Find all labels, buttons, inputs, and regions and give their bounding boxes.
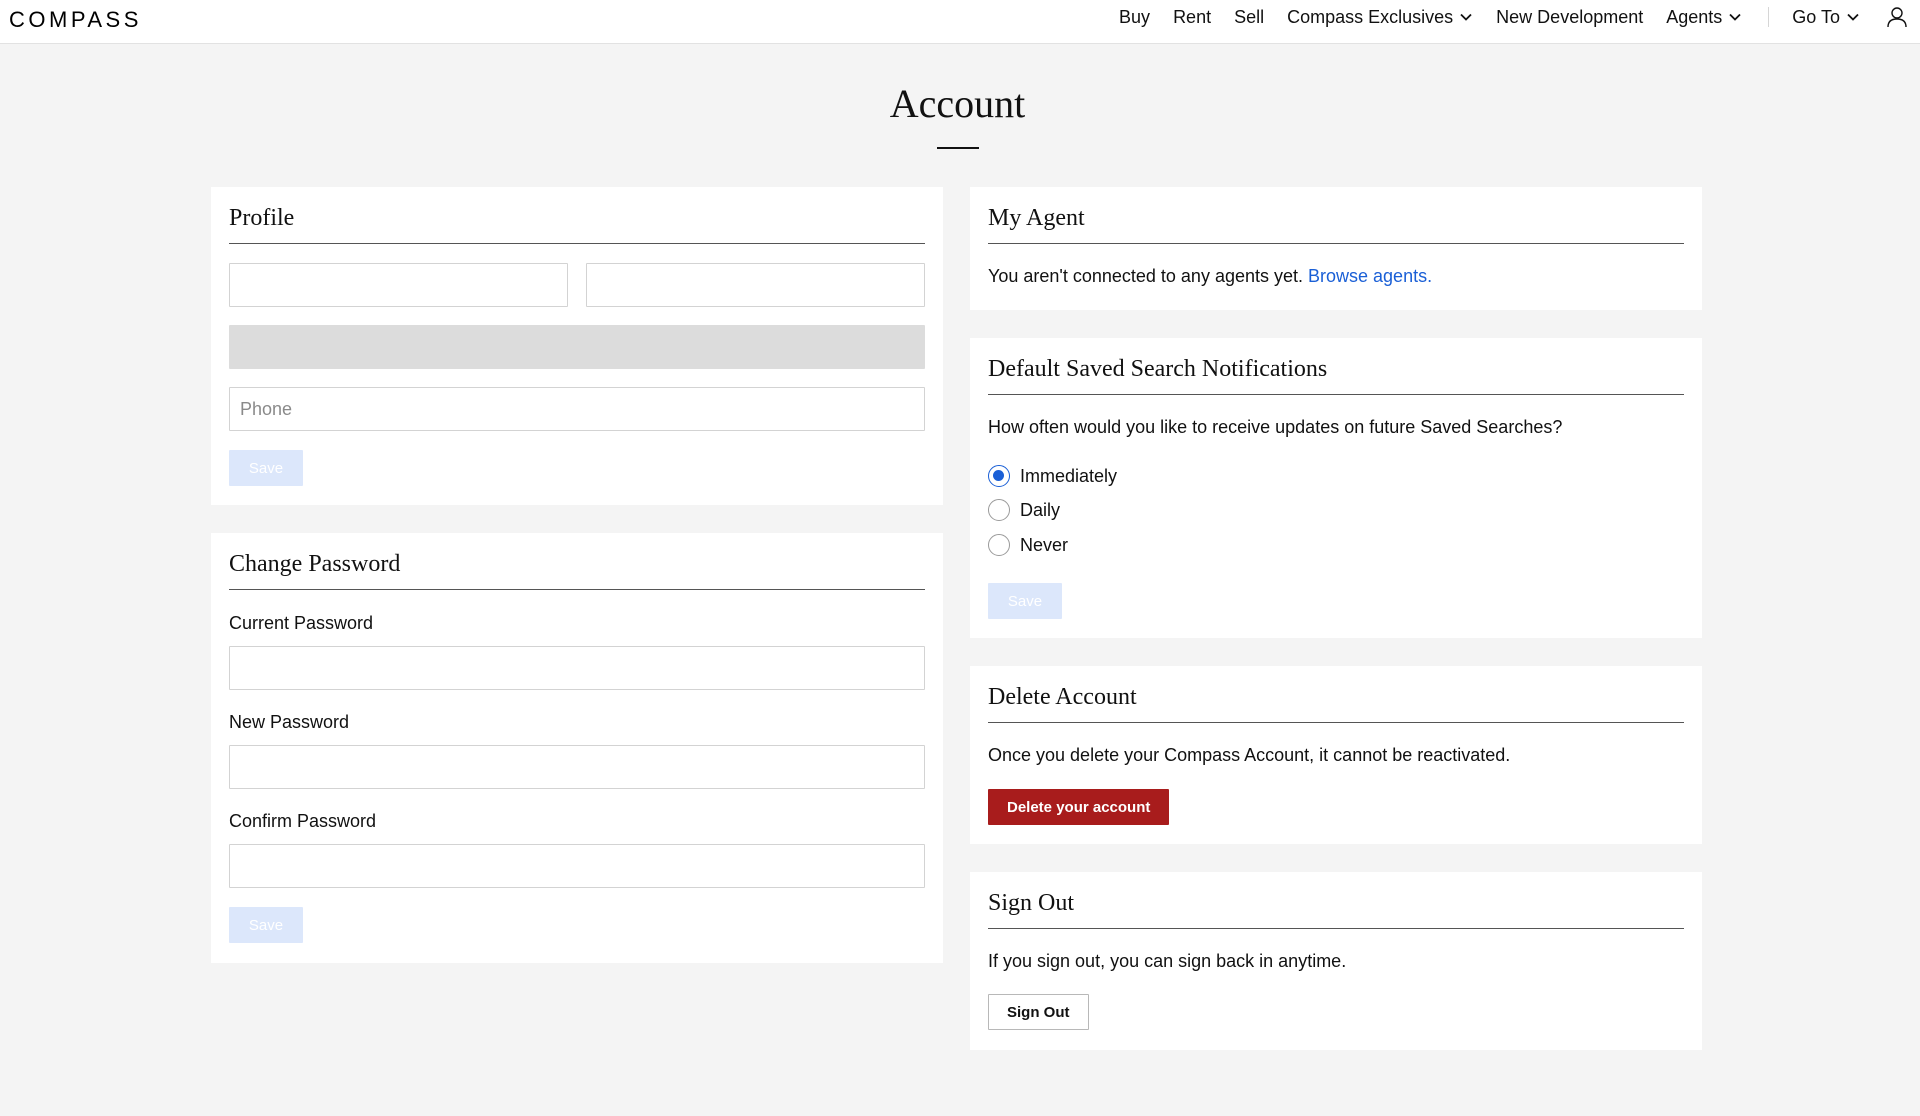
new-password-input[interactable] (229, 745, 925, 789)
section-divider (988, 928, 1684, 929)
phone-input[interactable] (229, 387, 925, 431)
my-agent-message: You aren't connected to any agents yet. … (988, 266, 1433, 286)
section-divider (988, 722, 1684, 723)
profile-heading: Profile (229, 205, 295, 231)
confirm-password-input[interactable] (229, 844, 925, 888)
sign-out-button[interactable]: Sign Out (988, 994, 1089, 1030)
page-title: Account (889, 81, 1026, 126)
section-divider (988, 243, 1684, 244)
notifications-heading: Default Saved Search Notifications (988, 356, 1328, 382)
radio-option-never[interactable]: Never (988, 534, 1068, 556)
nav-go-to[interactable]: Go To (1792, 7, 1860, 28)
chevron-down-icon (1729, 13, 1741, 21)
user-account-icon[interactable] (1886, 6, 1908, 28)
nav-agents[interactable]: Agents (1666, 7, 1742, 28)
last-name-input[interactable] (586, 263, 925, 307)
title-divider (937, 147, 979, 149)
nav-new-development[interactable]: New Development (1496, 7, 1643, 28)
nav-sell[interactable]: Sell (1234, 7, 1264, 28)
current-password-input[interactable] (229, 646, 925, 690)
section-divider (229, 243, 925, 244)
new-password-label: New Password (229, 712, 350, 732)
confirm-password-label: Confirm Password (229, 811, 377, 831)
sign-out-heading: Sign Out (988, 890, 1075, 916)
top-navigation-bar: COMPASS Buy Rent Sell Compass Exclusives… (0, 0, 1920, 44)
my-agent-card: My Agent You aren't connected to any age… (970, 187, 1702, 310)
password-save-button[interactable]: Save (229, 907, 303, 943)
chevron-down-icon (1847, 13, 1859, 21)
notifications-question: How often would you like to receive upda… (988, 417, 1563, 437)
delete-account-card: Delete Account Once you delete your Comp… (970, 666, 1702, 844)
saved-search-notifications-card: Default Saved Search Notifications How o… (970, 338, 1702, 638)
profile-save-button[interactable]: Save (229, 450, 303, 486)
nav-compass-exclusives[interactable]: Compass Exclusives (1287, 7, 1473, 28)
section-divider (988, 394, 1684, 395)
compass-logo[interactable]: COMPASS (9, 7, 142, 33)
delete-account-heading: Delete Account (988, 684, 1137, 710)
nav-buy[interactable]: Buy (1119, 7, 1150, 28)
current-password-label: Current Password (229, 613, 374, 633)
sign-out-message: If you sign out, you can sign back in an… (988, 951, 1347, 971)
radio-button[interactable] (988, 499, 1010, 521)
section-divider (229, 589, 925, 590)
radio-button[interactable] (988, 534, 1010, 556)
browse-agents-link[interactable]: Browse agents. (1308, 266, 1432, 286)
radio-button[interactable] (988, 465, 1010, 487)
change-password-heading: Change Password (229, 551, 401, 577)
profile-card: Profile Save (211, 187, 943, 505)
nav-rent[interactable]: Rent (1173, 7, 1211, 28)
first-name-input[interactable] (229, 263, 568, 307)
change-password-card: Change Password Current Password New Pas… (211, 533, 943, 963)
sign-out-card: Sign Out If you sign out, you can sign b… (970, 872, 1702, 1050)
chevron-down-icon (1460, 13, 1472, 21)
notifications-save-button[interactable]: Save (988, 583, 1062, 619)
my-agent-heading: My Agent (988, 205, 1085, 231)
radio-option-daily[interactable]: Daily (988, 499, 1060, 521)
nav-divider (1768, 7, 1770, 27)
main-nav: Buy Rent Sell Compass Exclusives New Dev… (1096, 0, 1908, 34)
delete-account-button[interactable]: Delete your account (988, 789, 1170, 825)
delete-account-message: Once you delete your Compass Account, it… (988, 745, 1511, 765)
email-input (229, 325, 925, 369)
radio-option-immediately[interactable]: Immediately (988, 465, 1117, 487)
